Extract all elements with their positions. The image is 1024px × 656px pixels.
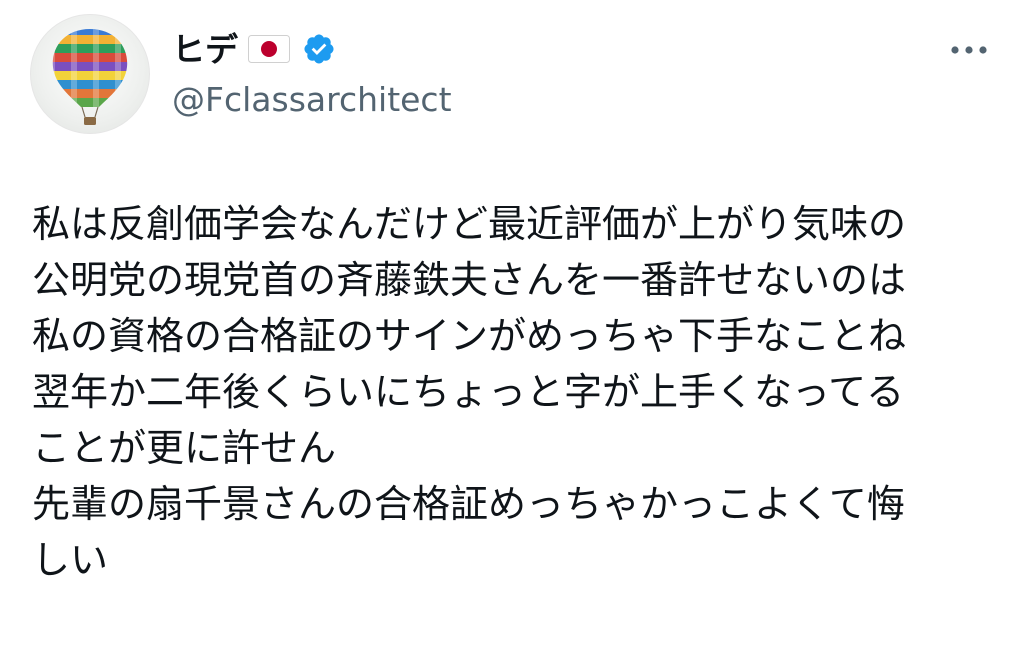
tweet-text-line: 翌年か二年後くらいにちょっと字が上手くなってる	[32, 370, 905, 414]
author-display-name[interactable]: ヒデ	[172, 33, 238, 66]
avatar[interactable]	[30, 14, 150, 134]
hot-air-balloon-icon	[52, 29, 128, 125]
verified-badge-icon	[302, 32, 336, 66]
more-options-icon	[951, 46, 987, 54]
tweet-text: 私は反創価学会なんだけど最近評価が上がり気味の 公明党の現党首の斉藤鉄夫さんを一…	[32, 196, 1002, 588]
tweet-text-line: 私の資格の合格証のサインがめっちゃ下手なことね	[32, 314, 907, 358]
tweet-text-line: 公明党の現党首の斉藤鉄夫さんを一番許せないのは	[32, 258, 907, 302]
tweet-header: ヒデ @Fclassarchitect	[0, 0, 1024, 150]
tweet-text-line: 先輩の扇千景さんの合格証めっちゃかっこよくて悔	[32, 482, 905, 526]
tweet-text-line: しい	[32, 538, 109, 582]
japan-flag-icon	[248, 35, 290, 63]
author-handle[interactable]: @Fclassarchitect	[172, 80, 452, 120]
tweet-text-line: 私は反創価学会なんだけど最近評価が上がり気味の	[32, 202, 907, 246]
more-options-button[interactable]	[944, 30, 994, 70]
tweet-text-line: ことが更に許せん	[32, 426, 337, 470]
author-name-row: ヒデ	[172, 26, 336, 72]
